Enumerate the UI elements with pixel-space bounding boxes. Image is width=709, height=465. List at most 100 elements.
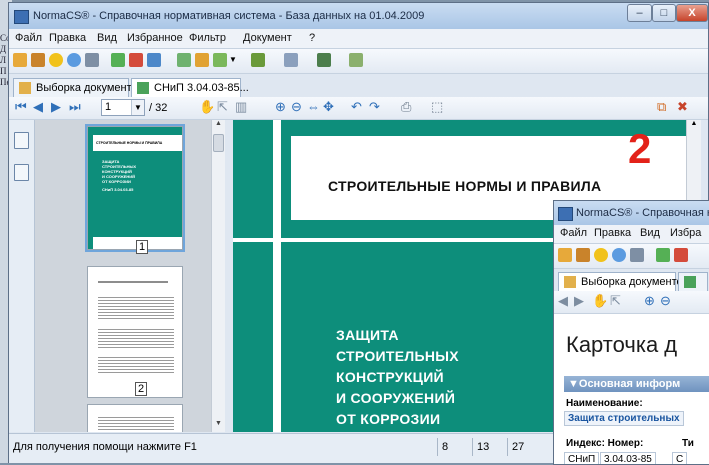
pdf-icon[interactable] [674, 248, 688, 262]
open-document-icon[interactable] [656, 248, 670, 262]
number-value: 3.04.03-85 [600, 452, 656, 464]
hand-tool-icon[interactable]: ✋ [592, 294, 608, 308]
list-icon[interactable] [630, 248, 644, 262]
folder-icon [564, 276, 576, 288]
prev-page-icon[interactable]: ◀ [33, 100, 43, 114]
zoom-in-icon[interactable]: ⊕ [644, 294, 655, 308]
scroll-up-icon[interactable]: ▲ [687, 120, 701, 132]
zoom-out-icon[interactable]: ⊖ [291, 100, 302, 114]
tab-label: Выборка документов [581, 276, 689, 288]
page-icon[interactable] [177, 53, 191, 67]
books-icon[interactable] [13, 53, 27, 67]
text-block [98, 415, 174, 432]
text-block [98, 295, 174, 321]
next-page-icon[interactable]: ▶ [51, 100, 61, 114]
status-cell: 27 [507, 438, 540, 456]
tab-document[interactable] [678, 272, 708, 291]
rotate-right-icon[interactable]: ↷ [369, 100, 380, 114]
last-page-icon[interactable]: ⏭ [69, 100, 81, 114]
chevron-down-icon[interactable]: ▼ [229, 56, 237, 64]
open-document-icon[interactable] [111, 53, 125, 67]
zoom-out-icon[interactable]: ⊖ [660, 294, 671, 308]
bookmarks-icon[interactable] [14, 132, 29, 149]
menu-view[interactable]: Вид [640, 227, 660, 239]
add-document-icon[interactable] [213, 53, 227, 67]
thumbnail-scrollbar[interactable]: ▲ ▼ [211, 120, 225, 432]
fit-width-icon[interactable]: ⇔ [307, 100, 320, 114]
panel-icon[interactable]: ▥ [235, 100, 247, 114]
books-icon[interactable] [558, 248, 572, 262]
thumbnail-page-1[interactable]: СТРОИТЕЛЬНЫЕ НОРМЫ И ПРАВИЛА ЗАЩИТА СТРО… [85, 124, 185, 252]
hand-tool-icon[interactable]: ✋ [199, 100, 215, 114]
menu-file[interactable]: Файл [15, 32, 42, 44]
maximize-button[interactable]: □ [652, 4, 676, 22]
pdf-icon[interactable] [129, 53, 143, 67]
menu-document[interactable]: Документ [243, 32, 292, 44]
main-info-section[interactable]: ▼Основная информ [564, 376, 709, 392]
menu-view[interactable]: Вид [97, 32, 117, 44]
menu-bar: Файл Правка Вид Избранное Фильтр Докумен… [9, 29, 708, 49]
fit-page-icon[interactable]: ✥ [323, 100, 334, 114]
text-block [98, 327, 174, 349]
tab-selection[interactable]: Выборка документов [558, 272, 689, 292]
menu-favorites[interactable]: Избранное [127, 32, 183, 44]
close-document-icon[interactable]: ✖ [677, 100, 688, 114]
export-icon[interactable] [195, 53, 209, 67]
favorites-star-icon[interactable] [49, 53, 63, 67]
scroll-down-icon[interactable]: ▼ [212, 420, 225, 432]
menu-filter[interactable]: Фильтр [189, 32, 226, 44]
thumbnail-page-2[interactable] [87, 266, 183, 398]
close-button[interactable]: X [676, 4, 708, 22]
history-icon[interactable] [67, 53, 81, 67]
thumbnail-page-3[interactable] [87, 404, 183, 432]
text-document-icon[interactable] [147, 53, 161, 67]
title-line: КОНСТРУКЦИЙ [336, 369, 444, 385]
minimize-button[interactable]: – [627, 4, 652, 22]
menu-edit[interactable]: Правка [594, 227, 631, 239]
restore-panel-icon[interactable]: ⧉ [657, 100, 666, 114]
title-bar[interactable]: NormaCS® - Справочная нормативная систем… [9, 3, 708, 29]
type-value: С [672, 452, 688, 464]
title-line: ЗАЩИТА [336, 327, 399, 343]
menu-favorites[interactable]: Избра [670, 227, 701, 239]
text-view-icon[interactable] [284, 53, 298, 67]
tab-snip[interactable]: СНиП 3.04.03-85... [131, 78, 249, 98]
thumbnails-icon[interactable] [14, 164, 29, 181]
second-window[interactable]: NormaCS® - Справочная н Файл Правка Вид … [553, 200, 709, 465]
thumb-cover: ЗАЩИТА СТРОИТЕЛЬНЫХ КОНСТРУКЦИЙ И СООРУЖ… [88, 151, 182, 237]
select-area-icon[interactable]: ⬚ [431, 100, 443, 114]
navigation-toolbar: ⏮ ◀ ▶ ⏭ 1 ▼ / 32 ✋ ⇱ ▥ ⊕ ⊖ ⇔ ✥ ↶ ↷ ⎙ ⬚ ⧉… [9, 97, 708, 120]
page-number-value: 1 [105, 101, 112, 113]
scroll-up-icon[interactable]: ▲ [212, 120, 225, 132]
thumbnail-page-number: 2 [135, 382, 148, 396]
checklist-icon[interactable] [349, 53, 363, 67]
menu-file[interactable]: Файл [560, 227, 587, 239]
print-icon[interactable]: ⎙ [401, 100, 411, 114]
page-number-input[interactable]: 1 ▼ [101, 99, 145, 116]
list-icon[interactable] [85, 53, 99, 67]
select-tool-icon[interactable]: ⇱ [217, 100, 228, 114]
compare-icon[interactable] [317, 53, 331, 67]
scrollbar-thumb[interactable] [213, 134, 224, 152]
tab-selection[interactable]: Выборка документов [13, 78, 144, 97]
teal-stripe [233, 120, 686, 136]
favorites-star-icon[interactable] [594, 248, 608, 262]
tab-label: Выборка документов [36, 82, 144, 94]
select-tool-icon[interactable]: ⇱ [610, 294, 621, 308]
catalog-icon[interactable] [31, 53, 45, 67]
history-icon[interactable] [612, 248, 626, 262]
forward-icon[interactable]: ▶ [574, 294, 584, 308]
second-window-title: NormaCS® - Справочная н [576, 207, 709, 219]
menu-edit[interactable]: Правка [49, 32, 86, 44]
document-heading: СТРОИТЕЛЬНЫЕ НОРМЫ И ПРАВИЛА [328, 178, 602, 194]
zoom-in-icon[interactable]: ⊕ [275, 100, 286, 114]
menu-help[interactable]: ? [309, 32, 315, 44]
second-title-bar[interactable]: NormaCS® - Справочная н [554, 201, 709, 225]
rotate-left-icon[interactable]: ↶ [351, 100, 362, 114]
window-title: NormaCS® - Справочная нормативная систем… [33, 10, 425, 22]
chevron-down-icon[interactable]: ▼ [131, 100, 144, 115]
catalog-icon[interactable] [576, 248, 590, 262]
back-icon[interactable]: ◀ [558, 294, 568, 308]
filter-icon[interactable] [251, 53, 265, 67]
first-page-icon[interactable]: ⏮ [15, 100, 27, 114]
